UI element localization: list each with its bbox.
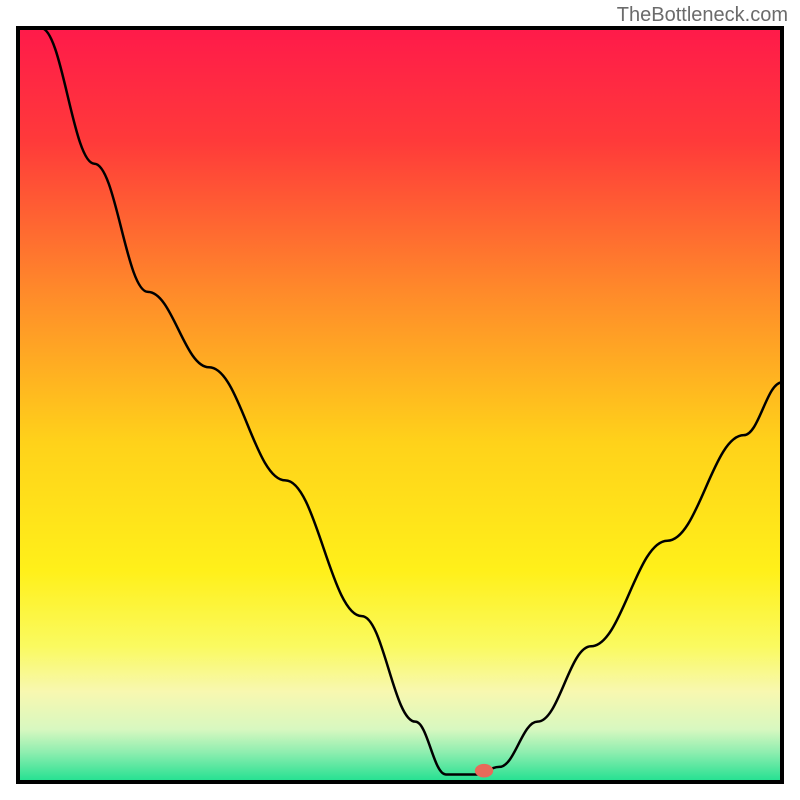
chart-container: TheBottleneck.com: [0, 0, 800, 800]
plot-background: [18, 28, 782, 782]
bottleneck-chart: [0, 0, 800, 800]
optimal-marker: [475, 764, 493, 778]
watermark-label: TheBottleneck.com: [617, 4, 788, 27]
